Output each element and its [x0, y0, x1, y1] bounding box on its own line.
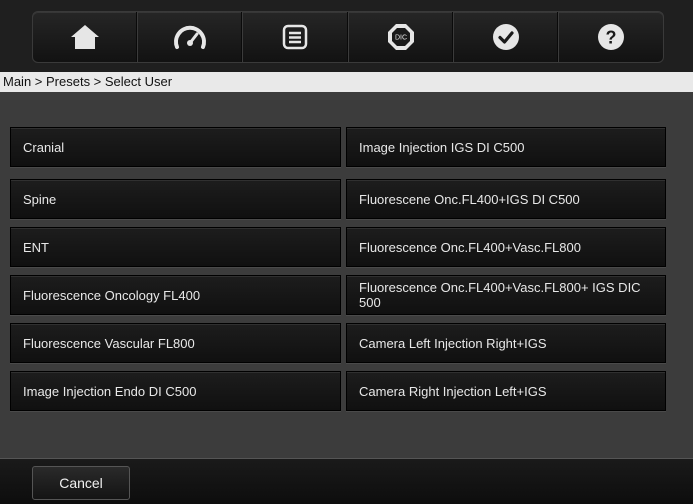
dic-icon: DIC — [387, 24, 414, 50]
top-bar: DIC ? — [0, 0, 693, 72]
cancel-button[interactable]: Cancel — [32, 466, 130, 500]
preset-select-screen: DIC ? Main > Presets > Select User Crani… — [0, 0, 693, 504]
bottom-bar: Cancel — [0, 458, 693, 504]
svg-text:DIC: DIC — [395, 35, 407, 42]
confirm-button[interactable] — [454, 12, 559, 62]
help-icon: ? — [597, 24, 624, 50]
home-button[interactable] — [33, 12, 139, 62]
dashboard-button[interactable] — [138, 12, 244, 62]
help-button[interactable]: ? — [559, 12, 663, 62]
dic-button[interactable]: DIC — [349, 12, 454, 62]
preset-list: Cranial Spine ENT Fluorescence Oncology … — [0, 92, 693, 458]
speedometer-icon — [174, 25, 207, 49]
list-button[interactable] — [243, 12, 349, 62]
preset-button[interactable]: Image Injection Endo DI C500 — [10, 371, 341, 411]
preset-button[interactable]: Camera Right Injection Left+IGS — [346, 371, 666, 411]
preset-button[interactable]: Camera Left Injection Right+IGS — [346, 323, 666, 363]
preset-button[interactable]: ENT — [10, 227, 341, 267]
preset-button[interactable]: Fluorescence Oncology FL400 — [10, 275, 341, 315]
preset-button[interactable]: Cranial — [10, 127, 341, 167]
preset-button[interactable]: Image Injection IGS DI C500 — [346, 127, 666, 167]
home-icon — [71, 25, 100, 49]
checkmark-icon — [492, 24, 519, 50]
preset-button[interactable]: Fluorescene Onc.FL400+IGS DI C500 — [346, 179, 666, 219]
svg-text:?: ? — [605, 28, 616, 48]
list-icon — [283, 24, 308, 50]
preset-button[interactable]: Fluorescence Vascular FL800 — [10, 323, 341, 363]
breadcrumb: Main > Presets > Select User — [0, 72, 693, 92]
preset-button[interactable]: Fluorescence Onc.FL400+Vasc.FL800 — [346, 227, 666, 267]
preset-button[interactable]: Spine — [10, 179, 341, 219]
preset-button[interactable]: Fluorescence Onc.FL400+Vasc.FL800+ IGS D… — [346, 275, 666, 315]
main-toolbar: DIC ? — [32, 11, 664, 63]
